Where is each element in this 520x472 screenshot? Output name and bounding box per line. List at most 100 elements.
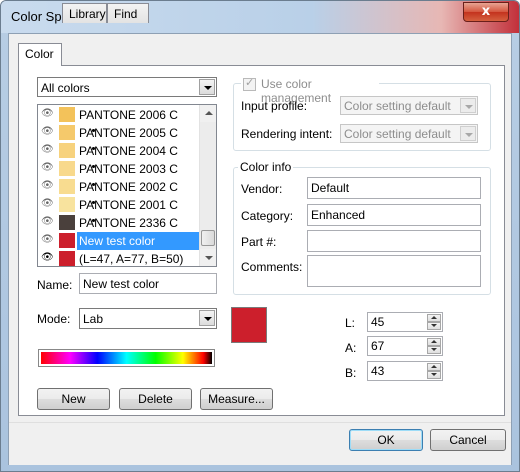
list-item[interactable]: 👁 PANTONE 2006 C	[38, 106, 201, 124]
part-number-label: Part #:	[241, 235, 277, 249]
color-management-header: Use color management	[241, 76, 379, 105]
category-field[interactable]: Enhanced	[307, 204, 481, 226]
eye-icon[interactable]: 👁	[41, 235, 54, 245]
color-preview-swatch	[231, 307, 267, 343]
tab-color-label: Color	[25, 47, 54, 61]
ok-button[interactable]: OK	[349, 429, 423, 451]
color-name: PANTONE 2006 C	[79, 108, 178, 122]
color-name: PANTONE 2003 C	[79, 162, 178, 176]
l-value: 45	[371, 315, 385, 329]
chevron-down-icon[interactable]	[460, 98, 476, 113]
measure-button[interactable]: Measure...	[200, 388, 273, 410]
use-color-management-checkbox[interactable]	[243, 76, 256, 91]
color-swatch	[59, 251, 75, 266]
chevron-down-icon[interactable]	[199, 310, 215, 326]
comments-label: Comments:	[241, 260, 303, 274]
mode-select[interactable]: Lab	[79, 308, 217, 329]
chevron-down-icon[interactable]	[460, 126, 476, 141]
scroll-up-icon[interactable]	[200, 105, 216, 122]
name-label: Name:	[37, 278, 73, 292]
new-button[interactable]: New	[37, 388, 110, 410]
color-swatch	[59, 233, 75, 248]
scroll-down-icon[interactable]	[200, 249, 216, 266]
decrement-icon[interactable]	[427, 371, 441, 379]
color-name: New test color	[77, 232, 200, 250]
color-swatch	[59, 125, 96, 140]
color-list[interactable]: 👁 PANTONE 2006 C 👁 PANTONE 2005 C 👁 PANT…	[37, 104, 217, 267]
tab-library[interactable]: Library	[62, 3, 107, 23]
eye-icon[interactable]: 👁	[41, 127, 54, 137]
close-icon: x	[481, 4, 491, 19]
cancel-button[interactable]: Cancel	[430, 429, 506, 451]
color-name: PANTONE 2336 C	[79, 216, 178, 230]
rendering-intent-select[interactable]: Color setting default	[340, 124, 478, 143]
tab-library-label: Library	[69, 7, 106, 21]
list-item[interactable]: 👁 PANTONE 2001 C	[38, 196, 201, 214]
spectrum-gradient	[41, 352, 212, 364]
increment-icon[interactable]	[427, 363, 441, 371]
l-label: L:	[345, 316, 356, 330]
part-number-field[interactable]	[307, 230, 481, 252]
list-item-selected[interactable]: 👁 New test color	[38, 232, 201, 250]
eye-icon[interactable]: 👁	[41, 163, 54, 173]
vendor-field[interactable]: Default	[307, 177, 481, 199]
color-name: (L=47, A=77, B=50)	[79, 252, 184, 266]
a-value: 67	[371, 339, 385, 353]
color-swatch	[59, 215, 96, 230]
list-scrollbar[interactable]	[199, 105, 216, 266]
rendering-intent-label: Rendering intent:	[241, 127, 333, 141]
list-item[interactable]: 👁 PANTONE 2002 C	[38, 178, 201, 196]
category-label: Category:	[241, 209, 294, 223]
chevron-down-icon[interactable]	[199, 79, 215, 95]
color-info-title: Color info	[238, 160, 294, 174]
color-filter-select[interactable]: All colors	[37, 77, 217, 97]
list-item[interactable]: 👁 PANTONE 2004 C	[38, 142, 201, 160]
name-field[interactable]: New test color	[79, 273, 217, 294]
eye-icon[interactable]: 👁	[41, 217, 54, 227]
decrement-icon[interactable]	[427, 346, 441, 354]
color-filter-value: All colors	[41, 81, 90, 95]
input-profile-select[interactable]: Color setting default	[340, 96, 478, 115]
l-stepper[interactable]: 45	[367, 312, 443, 332]
eye-icon[interactable]: 👁	[41, 181, 54, 191]
category-value: Enhanced	[311, 208, 366, 222]
tab-find-label: Find	[114, 7, 138, 21]
eye-icon[interactable]: 👁	[41, 253, 54, 263]
close-button[interactable]: x	[463, 2, 509, 22]
list-item[interactable]: 👁 PANTONE 2336 C	[38, 214, 201, 232]
spectrum-slider[interactable]	[38, 349, 215, 367]
comments-field[interactable]	[307, 255, 481, 287]
increment-icon[interactable]	[427, 338, 441, 346]
mode-value: Lab	[83, 312, 104, 326]
scroll-thumb[interactable]	[201, 230, 215, 246]
tab-find[interactable]: Find	[107, 3, 149, 23]
vendor-label: Vendor:	[241, 182, 283, 196]
color-swatch	[59, 143, 96, 158]
eye-icon[interactable]: 👁	[41, 145, 54, 155]
b-stepper[interactable]: 43	[367, 361, 443, 381]
color-specs-window: Color Specs x Library Find Color All col…	[0, 0, 520, 472]
a-label: A:	[345, 341, 357, 355]
color-name: PANTONE 2002 C	[79, 180, 178, 194]
decrement-icon[interactable]	[427, 322, 441, 330]
eye-icon[interactable]: 👁	[41, 199, 54, 209]
input-profile-value: Color setting default	[344, 99, 451, 113]
tab-color[interactable]: Color	[18, 43, 62, 66]
color-swatch	[59, 179, 96, 194]
list-item[interactable]: 👁 PANTONE 2003 C	[38, 160, 201, 178]
color-name: PANTONE 2004 C	[79, 144, 178, 158]
list-item[interactable]: 👁 PANTONE 2005 C	[38, 124, 201, 142]
input-profile-label: Input profile:	[241, 99, 308, 113]
mode-label: Mode:	[37, 312, 71, 326]
eye-icon[interactable]: 👁	[41, 109, 54, 119]
list-item[interactable]: 👁 (L=47, A=77, B=50)	[38, 250, 201, 266]
color-name: PANTONE 2001 C	[79, 198, 178, 212]
a-stepper[interactable]: 67	[367, 336, 443, 356]
delete-button[interactable]: Delete	[119, 388, 192, 410]
increment-icon[interactable]	[427, 314, 441, 322]
color-swatch	[59, 161, 96, 176]
color-name: PANTONE 2005 C	[79, 126, 178, 140]
rendering-intent-value: Color setting default	[344, 127, 451, 141]
color-swatch	[59, 197, 96, 212]
name-value: New test color	[83, 277, 160, 291]
